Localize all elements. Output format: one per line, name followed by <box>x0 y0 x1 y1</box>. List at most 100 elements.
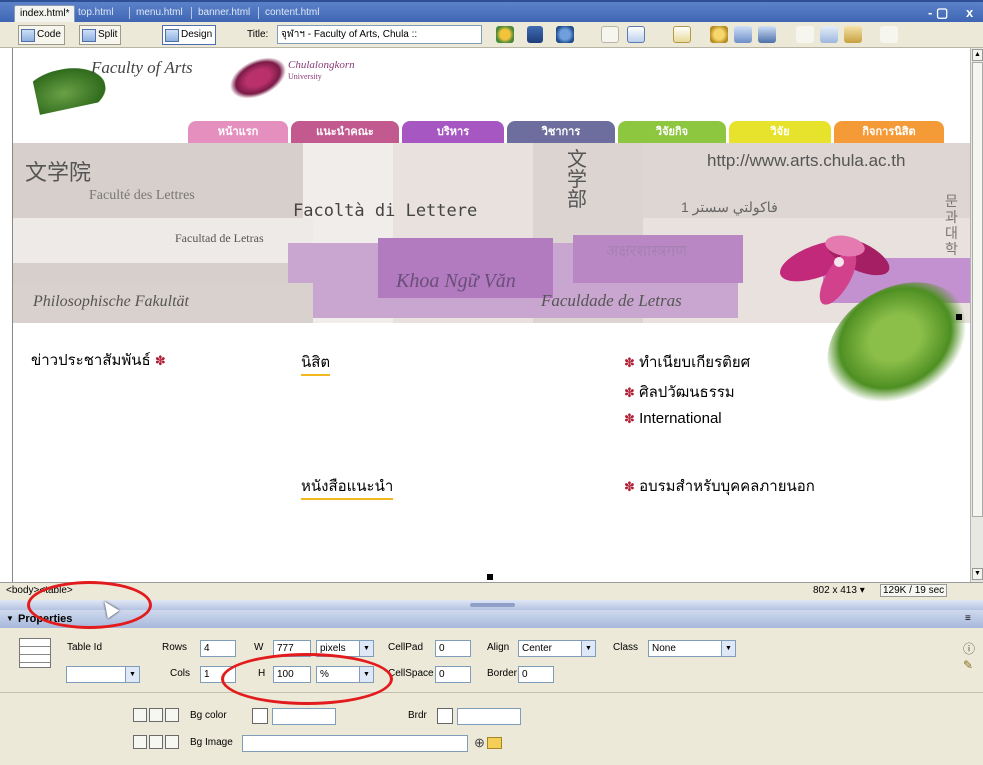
cellspace-field[interactable]: 0 <box>435 666 471 683</box>
split-view-icon <box>82 28 96 42</box>
view-options-icon[interactable] <box>627 26 645 43</box>
design-view-canvas[interactable]: Faculty of Arts Chulalongkorn University… <box>12 48 970 582</box>
culture-label: ศิลปวัฒนธรรม <box>639 384 735 401</box>
split-view-button[interactable]: Split <box>79 25 122 45</box>
tab-top-html[interactable]: top.html <box>73 5 119 22</box>
restore-window-button[interactable]: - ▢ <box>928 5 948 21</box>
nav-item-research-activities[interactable]: วิจัยกิจ <box>618 121 726 143</box>
students-link[interactable]: นิสิต <box>301 350 331 376</box>
refresh-icon[interactable] <box>601 26 619 43</box>
pr-news-heading[interactable]: ข่าวประชาสัมพันธ์ ✽ <box>31 348 166 372</box>
cols-label: Cols <box>170 668 191 679</box>
page-title-input[interactable]: จุฬาฯ - Faculty of Arts, Chula :: <box>277 25 482 44</box>
chula-university: University <box>288 72 322 81</box>
browse-folder-icon[interactable] <box>487 737 502 749</box>
chevron-down-icon: ▼ <box>721 641 735 656</box>
panel-options-icon[interactable]: ≡ <box>965 613 971 624</box>
clear-row-heights-icon[interactable] <box>133 708 147 722</box>
properties-divider <box>0 692 983 693</box>
tab-separator <box>191 7 192 19</box>
undo-icon[interactable] <box>880 26 898 43</box>
tab-index-html[interactable]: index.html* <box>14 5 76 22</box>
banner-band <box>13 218 313 263</box>
star-icon: ✽ <box>624 411 635 426</box>
split-view-label: Split <box>98 29 118 40</box>
document-tab-bar: index.html* top.html menu.html banner.ht… <box>0 0 983 22</box>
help-icon[interactable]: ⓘ <box>963 640 975 657</box>
scroll-up-arrow[interactable]: ▲ <box>972 49 983 61</box>
banner-chinese: 文学院 <box>25 161 92 186</box>
class-select[interactable]: None ▼ <box>648 640 736 657</box>
convert-height-percent-icon[interactable] <box>165 735 179 749</box>
edit-tag-icon[interactable]: ✎ <box>963 658 973 672</box>
bgcolor-field[interactable] <box>272 708 336 725</box>
honors-label: ทำเนียบเกียรติยศ <box>639 354 751 371</box>
code-view-button[interactable]: Code <box>18 25 65 45</box>
splitter-grip[interactable] <box>470 603 515 607</box>
align-select[interactable]: Center ▼ <box>518 640 596 657</box>
scroll-thumb[interactable] <box>972 62 983 517</box>
copy-icon[interactable] <box>820 26 838 43</box>
tab-menu-html[interactable]: menu.html <box>131 5 188 22</box>
bgcolor-swatch[interactable] <box>252 708 268 724</box>
new-document-icon[interactable] <box>673 26 691 43</box>
recommended-books-link[interactable]: หนังสือแนะนำ <box>301 474 394 500</box>
paste-icon[interactable] <box>844 26 862 43</box>
width-label: W <box>254 642 264 653</box>
convert-width-percent-icon[interactable] <box>165 708 179 722</box>
close-document-button[interactable]: x <box>966 5 973 20</box>
star-icon: ✽ <box>624 355 635 370</box>
document-toolbar: Code Split Design Title: จุฬาฯ - Faculty… <box>0 22 983 48</box>
nav-item-home[interactable]: หน้าแรก <box>188 121 288 143</box>
rows-field[interactable]: 4 <box>200 640 236 657</box>
nav-item-academic[interactable]: วิชาการ <box>507 121 615 143</box>
main-nav: หน้าแรก แนะนำคณะ บริหาร วิชาการ วิจัยกิจ… <box>188 121 947 143</box>
border-field[interactable]: 0 <box>518 666 554 683</box>
open-icon[interactable] <box>710 26 728 43</box>
chevron-down-icon: ▾ <box>859 585 865 596</box>
table-resize-handle[interactable] <box>487 574 493 580</box>
honors-link[interactable]: ✽ ทำเนียบเกียรติยศ <box>624 350 750 374</box>
banner-korean: 문 과 대 학 <box>945 193 958 257</box>
width-unit-value: pixels <box>320 643 346 654</box>
nav-item-student-affairs[interactable]: กิจการนิสิต <box>834 121 944 143</box>
table-id-select[interactable]: ▼ <box>66 666 140 683</box>
file-management-icon[interactable] <box>496 26 514 43</box>
convert-width-pixels-icon[interactable] <box>149 708 163 722</box>
bgimage-field[interactable] <box>242 735 468 752</box>
table-resize-handle[interactable] <box>956 314 962 320</box>
check-browser-icon[interactable] <box>527 26 543 43</box>
nav-item-research[interactable]: วิจัย <box>729 121 831 143</box>
border-color-field[interactable] <box>457 708 521 725</box>
training-label: อบรมสำหรับบุคคลภายนอก <box>639 478 815 495</box>
save-icon[interactable] <box>734 26 752 43</box>
tab-banner-html[interactable]: banner.html <box>193 5 255 22</box>
point-to-file-icon[interactable]: ⊕ <box>474 735 485 751</box>
star-icon: ✽ <box>624 385 635 400</box>
window-size-value: 802 x 413 <box>813 585 857 596</box>
cellpad-field[interactable]: 0 <box>435 640 471 657</box>
cut-icon[interactable] <box>796 26 814 43</box>
nav-item-admin[interactable]: บริหาร <box>402 121 504 143</box>
star-icon: ✽ <box>154 353 166 368</box>
star-icon: ✽ <box>624 479 635 494</box>
nav-item-about[interactable]: แนะนำคณะ <box>291 121 399 143</box>
culture-link[interactable]: ✽ ศิลปวัฒนธรรม <box>624 380 735 404</box>
convert-height-pixels-icon[interactable] <box>149 735 163 749</box>
align-value: Center <box>522 643 553 654</box>
tab-content-html[interactable]: content.html <box>260 5 324 22</box>
clear-column-widths-icon[interactable] <box>133 735 147 749</box>
preview-browser-icon[interactable] <box>556 26 574 43</box>
chevron-down-icon: ▼ <box>125 667 139 682</box>
external-training-link[interactable]: ✽ อบรมสำหรับบุคคลภายนอก <box>624 474 815 498</box>
design-view-button[interactable]: Design <box>162 25 217 45</box>
border-color-swatch[interactable] <box>437 708 453 724</box>
design-scrollbar[interactable]: ▲ ▼ <box>970 48 983 582</box>
scroll-down-arrow[interactable]: ▼ <box>972 568 983 580</box>
save-all-icon[interactable] <box>758 26 776 43</box>
rows-label: Rows <box>162 642 188 653</box>
international-link[interactable]: ✽ International <box>624 410 722 427</box>
window-size-selector[interactable]: 802 x 413 ▾ <box>813 585 865 596</box>
table-icon <box>19 638 51 668</box>
pr-news-label: ข่าวประชาสัมพันธ์ <box>31 352 151 369</box>
